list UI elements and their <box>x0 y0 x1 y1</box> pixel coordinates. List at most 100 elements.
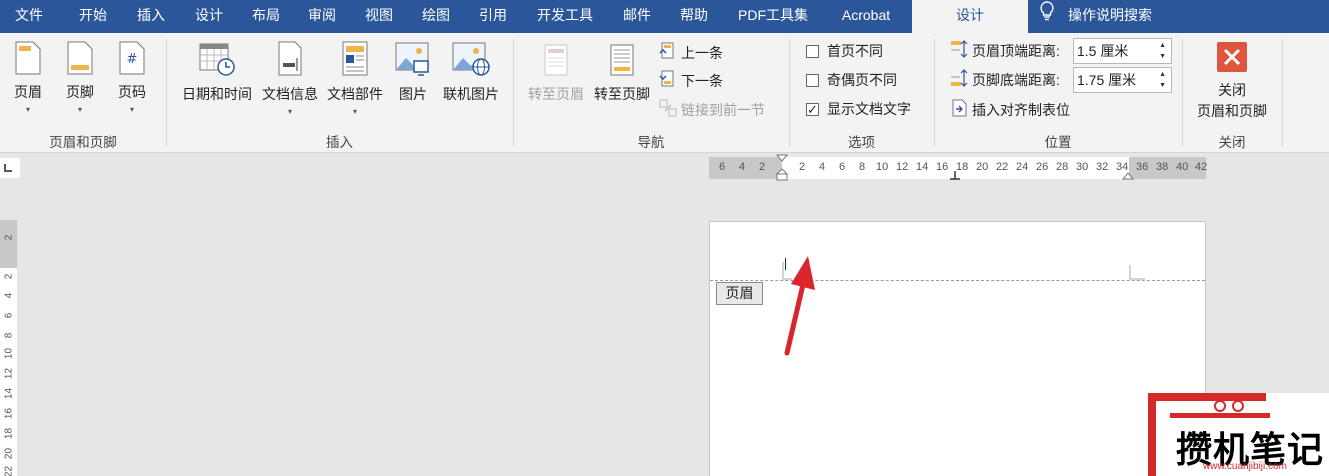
ruler-tick: 12 <box>896 161 909 173</box>
ruler-tick: 2 <box>3 273 15 280</box>
tab-insert[interactable]: 插入 <box>122 0 180 33</box>
tab-home[interactable]: 开始 <box>64 0 122 33</box>
show-document-text-checkbox[interactable]: 显示文档文字 <box>806 98 911 121</box>
tab-pdf-tools[interactable]: PDF工具集 <box>722 0 824 33</box>
footer-button[interactable]: 页脚 ▾ <box>60 41 100 114</box>
previous-section-icon <box>659 42 677 66</box>
ruler-tick: 24 <box>1016 161 1029 173</box>
online-picture-icon <box>440 41 502 80</box>
page-number-icon: # <box>112 41 152 78</box>
center-tab-stop-icon[interactable] <box>950 171 960 180</box>
goto-footer-icon <box>590 41 654 80</box>
header-button[interactable]: 页眉 ▾ <box>8 41 48 114</box>
close-label-line1: 关闭 <box>1218 82 1246 98</box>
previous-button[interactable]: 上一条 <box>659 42 723 64</box>
next-button[interactable]: 下一条 <box>659 70 723 92</box>
doc-info-label: 文档信息 <box>262 86 318 102</box>
tab-mailings[interactable]: 邮件 <box>608 0 666 33</box>
doc-parts-dropdown-icon: ▾ <box>352 107 357 116</box>
ruler-tick: 36 <box>1136 161 1149 173</box>
ribbon: 页眉 ▾ 页脚 ▾ # 页码 ▾ 页眉和页脚 日期和时间 文档信息 ▾ 文档部件 <box>0 33 1329 153</box>
different-odd-even-label: 奇偶页不同 <box>827 72 897 88</box>
group-label-header-footer: 页眉和页脚 <box>49 135 117 150</box>
tab-developer[interactable]: 开发工具 <box>522 0 608 33</box>
checkbox-box <box>806 45 819 58</box>
lightbulb-icon <box>1040 1 1054 32</box>
annotation-arrow-icon <box>784 256 815 356</box>
tell-me-label: 操作说明搜索 <box>1068 7 1152 23</box>
picture-icon <box>394 41 432 80</box>
header-from-top-row: 页眉顶端距离: <box>950 40 1060 62</box>
close-header-footer-button[interactable]: 关闭 页眉和页脚 <box>1190 41 1274 121</box>
spin-up-icon[interactable]: ▲ <box>1159 71 1166 79</box>
spin-down-icon[interactable]: ▼ <box>1159 53 1166 61</box>
doc-info-icon <box>258 41 322 80</box>
link-to-previous-label: 链接到前一节 <box>681 102 765 118</box>
picture-button[interactable]: 图片 <box>394 41 432 104</box>
header-right-corner-mark <box>1129 265 1145 280</box>
indent-marker-icon[interactable] <box>776 154 790 184</box>
date-time-button[interactable]: 日期和时间 <box>178 41 256 104</box>
right-indent-marker-icon[interactable] <box>1122 170 1134 180</box>
ruler-tick: 4 <box>3 292 15 299</box>
ruler-tick: 22 <box>3 465 15 476</box>
logo-url: www.cuanjibiji.com <box>1203 461 1287 472</box>
ruler-tick: 2 <box>759 161 766 173</box>
horizontal-ruler[interactable]: 6 4 2 2 4 6 8 10 12 14 16 18 20 22 24 26… <box>709 154 1207 181</box>
goto-footer-button[interactable]: 转至页脚 <box>590 41 654 104</box>
tab-file[interactable]: 文件 <box>0 0 58 33</box>
header-label: 页眉 <box>14 84 42 100</box>
ruler-tick: 8 <box>859 161 866 173</box>
picture-label: 图片 <box>399 86 427 102</box>
link-to-previous-button[interactable]: 链接到前一节 <box>659 99 765 121</box>
online-picture-button[interactable]: 联机图片 <box>440 41 502 104</box>
vertical-ruler[interactable]: 2 2 4 6 8 10 12 14 16 18 20 22 <box>0 220 17 476</box>
doc-parts-button[interactable]: 文档部件 ▾ <box>323 41 387 116</box>
header-icon <box>8 41 48 78</box>
page-number-button[interactable]: # 页码 ▾ <box>112 41 152 114</box>
goto-footer-label: 转至页脚 <box>594 86 650 102</box>
footer-from-bottom-row: 页脚底端距离: <box>950 69 1060 91</box>
tab-review[interactable]: 审阅 <box>294 0 350 33</box>
footer-from-bottom-value: 1.75 厘米 <box>1077 72 1137 88</box>
spin-down-icon[interactable]: ▼ <box>1159 82 1166 90</box>
doc-info-button[interactable]: 文档信息 ▾ <box>258 41 322 116</box>
tab-draw[interactable]: 绘图 <box>408 0 464 33</box>
tab-help[interactable]: 帮助 <box>666 0 722 33</box>
different-odd-even-checkbox[interactable]: 奇偶页不同 <box>806 69 897 91</box>
ruler-tick: 6 <box>3 312 15 319</box>
header-from-top-spinner[interactable]: 1.5 厘米 ▲ ▼ <box>1073 38 1172 64</box>
checkbox-box <box>806 74 819 87</box>
tab-view[interactable]: 视图 <box>350 0 408 33</box>
header-position-icon <box>950 40 968 64</box>
tab-stop-selector[interactable] <box>0 155 22 181</box>
tab-references[interactable]: 引用 <box>464 0 522 33</box>
insert-alignment-tab-button[interactable]: 插入对齐制表位 <box>950 99 1070 121</box>
header-tag: 页眉 <box>716 282 763 305</box>
footer-dropdown-icon: ▾ <box>77 105 82 114</box>
ruler-tick: 6 <box>719 161 726 173</box>
ruler-tick: 20 <box>976 161 989 173</box>
goto-header-button[interactable]: 转至页眉 <box>524 41 588 104</box>
tab-design[interactable]: 设计 <box>180 0 238 33</box>
different-first-page-checkbox[interactable]: 首页不同 <box>806 40 883 62</box>
spin-up-icon[interactable]: ▲ <box>1159 42 1166 50</box>
doc-parts-icon <box>323 41 387 80</box>
ruler-tick: 14 <box>916 161 929 173</box>
header-dropdown-icon: ▾ <box>25 105 30 114</box>
tab-layout[interactable]: 布局 <box>238 0 294 33</box>
tab-header-footer-design[interactable]: 设计 <box>912 0 1028 33</box>
group-label-insert: 插入 <box>326 135 353 150</box>
ruler-tick: 8 <box>3 332 15 339</box>
tell-me-search[interactable]: 操作说明搜索 <box>1040 0 1152 33</box>
footer-label: 页脚 <box>66 84 94 100</box>
group-divider <box>1282 39 1283 147</box>
close-icon <box>1190 41 1274 76</box>
ruler-tick: 30 <box>1076 161 1089 173</box>
svg-text:#: # <box>127 52 138 67</box>
tab-acrobat[interactable]: Acrobat <box>824 0 908 33</box>
ruler-tick: 14 <box>3 387 15 400</box>
ruler-tick: 4 <box>739 161 746 173</box>
footer-from-bottom-spinner[interactable]: 1.75 厘米 ▲ ▼ <box>1073 67 1172 93</box>
date-time-label: 日期和时间 <box>182 86 252 102</box>
